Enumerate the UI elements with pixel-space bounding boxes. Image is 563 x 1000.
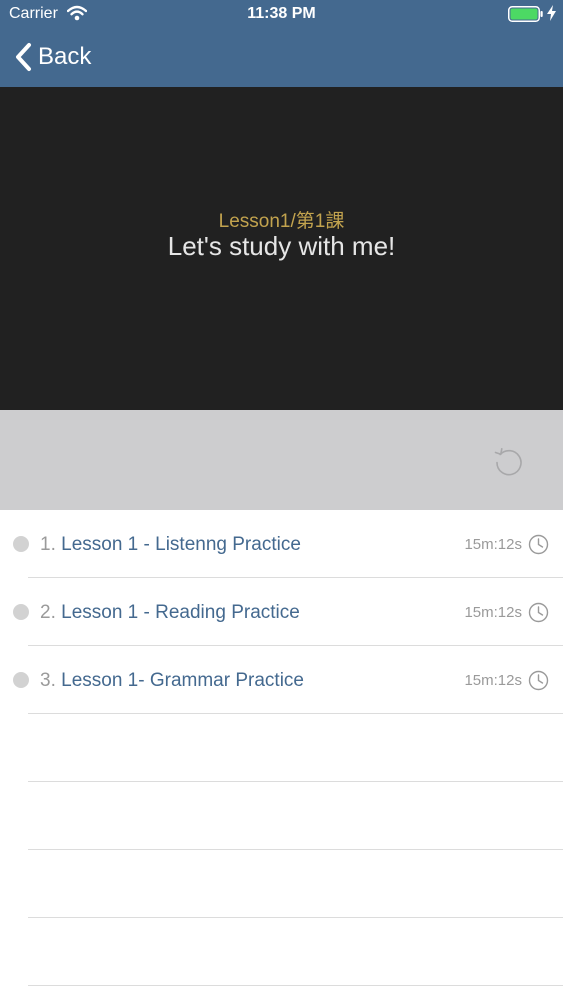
replay-icon[interactable] [491,444,527,480]
video-player[interactable]: Lesson1/第1課 Let's study with me! [0,87,563,410]
lesson-title-text: Lesson 1- Grammar Practice [61,670,304,691]
status-dot-icon [13,672,29,688]
clock-icon [528,534,549,555]
lesson-label: 1. Lesson 1 - Listenng Practice [40,534,301,556]
lesson-label: 3. Lesson 1- Grammar Practice [40,670,304,692]
clock-icon [528,602,549,623]
lesson-row-1[interactable]: 1. Lesson 1 - Listenng Practice 15m:12s [0,510,563,578]
lesson-duration: 15m:12s [464,672,522,689]
charging-icon [547,5,556,21]
chevron-left-icon [16,43,31,71]
lesson-title-text: Lesson 1 - Reading Practice [61,602,300,623]
lesson-list: 1. Lesson 1 - Listenng Practice 15m:12s … [0,510,563,1000]
lesson-duration: 15m:12s [464,536,522,553]
empty-row [0,850,563,918]
status-dot-icon [13,536,29,552]
lesson-title-text: Lesson 1 - Listenng Practice [61,534,301,555]
lesson-label: 2. Lesson 1 - Reading Practice [40,602,300,624]
player-controls [0,410,563,510]
lesson-duration: 15m:12s [464,604,522,621]
lesson-row-2[interactable]: 2. Lesson 1 - Reading Practice 15m:12s [0,578,563,646]
empty-row [0,782,563,850]
clock-icon [528,670,549,691]
lesson-subtitle: Lesson1/第1課 [218,211,345,232]
lesson-index: 1. [40,534,56,555]
status-time: 11:38 PM [247,5,316,22]
lesson-index: 3. [40,670,56,691]
back-button[interactable]: Back [14,40,91,74]
header: Carrier 11:38 PM Back [0,0,563,87]
app-screen: Carrier 11:38 PM Back Lesson1/第1課 Let's … [0,0,563,1000]
lesson-title: Let's study with me! [167,231,396,261]
nav-bar: Back [0,30,563,87]
empty-row [0,918,563,986]
battery-icon [508,6,543,22]
lesson-row-3[interactable]: 3. Lesson 1- Grammar Practice 15m:12s [0,646,563,714]
empty-row [0,714,563,782]
back-label: Back [38,43,92,70]
status-dot-icon [13,604,29,620]
status-bar: Carrier 11:38 PM [0,0,563,30]
lesson-index: 2. [40,602,56,623]
